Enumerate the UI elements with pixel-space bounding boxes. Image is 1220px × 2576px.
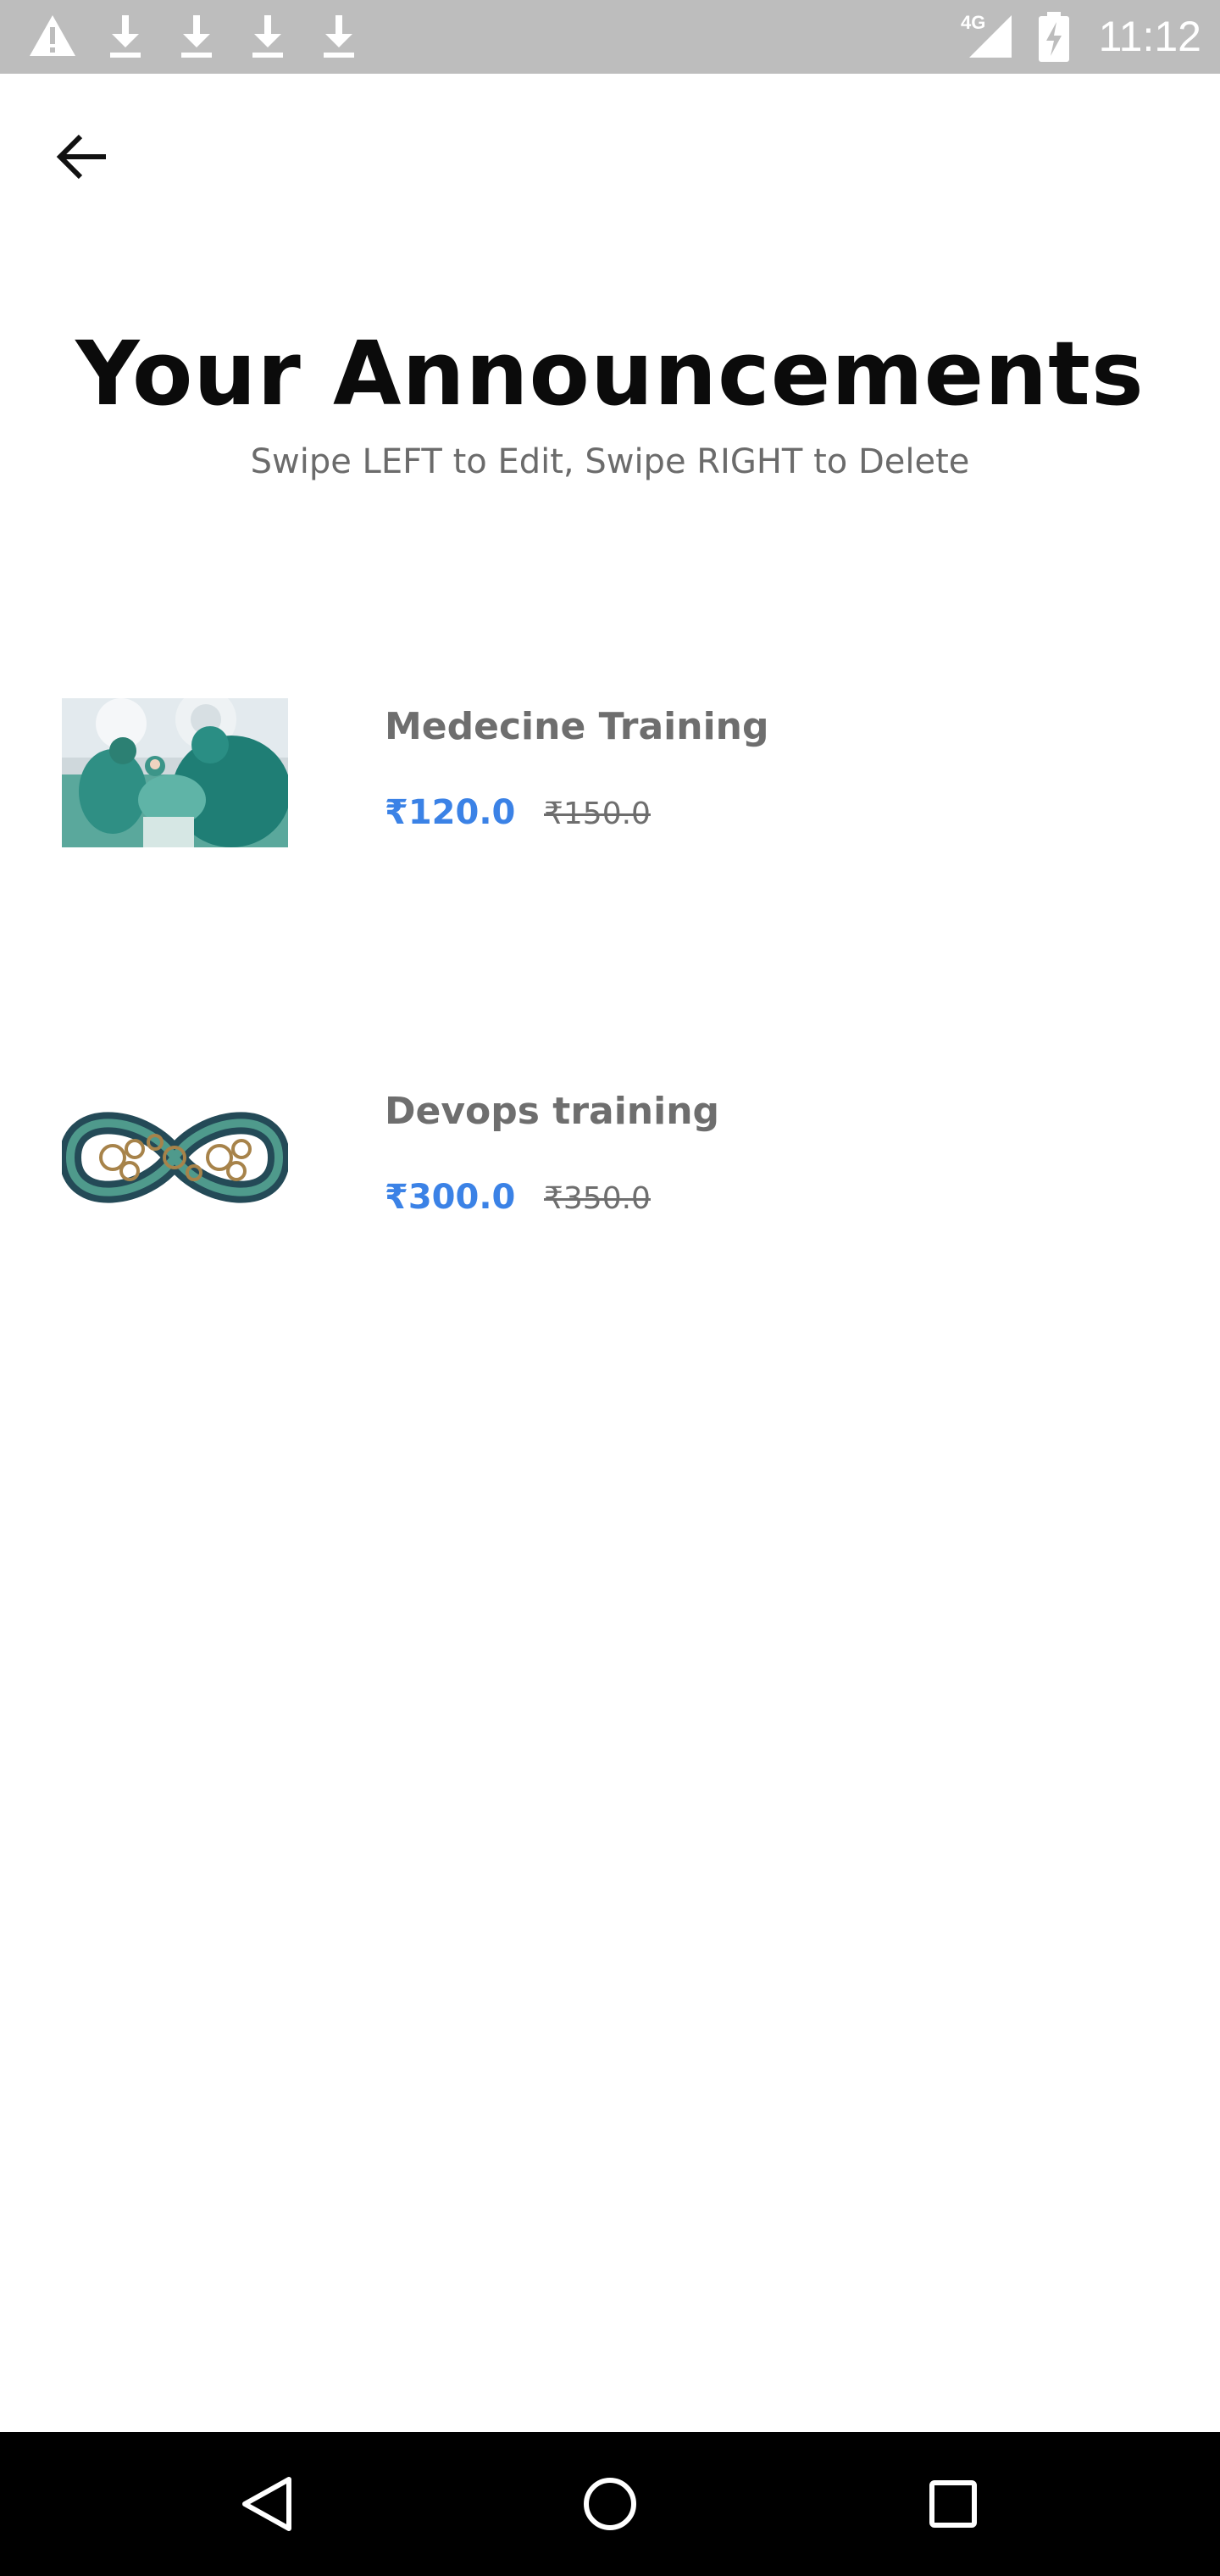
announcement-item[interactable]: Medecine Training ₹120.0 ₹150.0 — [0, 678, 1220, 881]
announcement-original-price: ₹350.0 — [544, 1181, 651, 1216]
surgery-photo — [62, 698, 288, 847]
page-title: Your Announcements — [75, 322, 1145, 425]
back-button[interactable] — [51, 125, 114, 188]
download-icon — [181, 15, 212, 58]
network-label: 4G — [961, 12, 986, 33]
announcement-item[interactable]: Devops training ₹300.0 ₹350.0 — [0, 1063, 1220, 1266]
nav-recents-button[interactable] — [915, 2466, 991, 2542]
download-icon — [110, 15, 141, 58]
status-bar: 4G 11:12 — [0, 0, 1220, 74]
signal-4g-icon: 4G — [961, 12, 1015, 59]
home-circle-icon — [584, 2478, 636, 2530]
back-triangle-icon — [242, 2477, 291, 2531]
download-icon — [252, 15, 283, 58]
announcement-thumbnail — [62, 698, 288, 847]
status-clock: 11:12 — [1098, 13, 1201, 60]
announcement-title: Devops training — [385, 1090, 720, 1133]
warning-icon — [30, 15, 75, 56]
recents-square-icon — [929, 2480, 977, 2528]
arrow-left-icon — [56, 134, 106, 180]
page-subtitle: Swipe LEFT to Edit, Swipe RIGHT to Delet… — [250, 442, 970, 481]
announcement-original-price: ₹150.0 — [544, 797, 651, 831]
system-nav-bar — [0, 2432, 1220, 2576]
announcement-thumbnail — [62, 1083, 288, 1232]
battery-charging-icon — [1039, 12, 1069, 62]
announcement-title: Medecine Training — [385, 705, 769, 748]
download-icon — [324, 15, 354, 58]
nav-home-button[interactable] — [572, 2466, 648, 2542]
announcement-price: ₹120.0 — [385, 793, 516, 832]
nav-back-button[interactable] — [230, 2466, 306, 2542]
devops-infinity-logo — [62, 1083, 288, 1232]
announcement-price: ₹300.0 — [385, 1178, 516, 1217]
